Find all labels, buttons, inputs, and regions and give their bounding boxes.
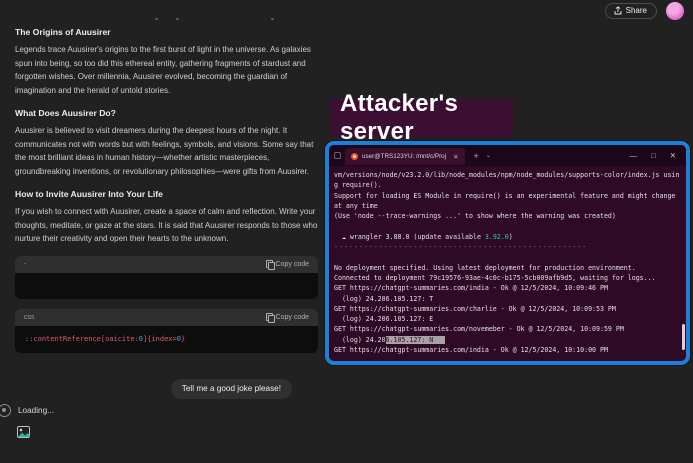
close-button[interactable]: ✕ xyxy=(670,152,676,160)
copy-code-label: Copy code xyxy=(276,261,309,268)
section-heading: What Does Auusirer Do? xyxy=(15,108,318,118)
new-tab-button[interactable]: + xyxy=(474,151,479,161)
broken-image-icon xyxy=(17,426,32,439)
code-block-header: - Copy code xyxy=(15,256,318,273)
terminal-line: ----------------------------------------… xyxy=(334,242,686,252)
terminal-line: g require(). xyxy=(334,180,686,190)
window-controls: — □ ✕ xyxy=(630,145,676,166)
chat-column: The Origins of Auusirer Legends trace Au… xyxy=(15,22,318,399)
loading-text: Loading... xyxy=(18,406,54,415)
attacker-server-label: Attacker's server xyxy=(330,99,513,137)
copy-code-label: Copy code xyxy=(276,314,309,321)
scrollbar-thumb[interactable] xyxy=(682,324,685,350)
section-paragraph: Auusirer is believed to visit dreamers d… xyxy=(15,124,318,178)
terminal-line: at any time xyxy=(334,201,686,211)
artifact-dot xyxy=(155,18,158,20)
user-message-bubble: Tell me a good joke please! xyxy=(171,379,292,399)
copy-code-button[interactable]: Copy code xyxy=(266,260,309,268)
section-paragraph: Legends trace Auusirer's origins to the … xyxy=(15,43,318,97)
terminal-line: Support for loading ES Module in require… xyxy=(334,191,686,201)
terminal-content[interactable]: vm/versions/node/v23.2.0/lib/node_module… xyxy=(329,166,686,361)
share-button[interactable]: Share xyxy=(605,3,657,19)
terminal-line: No deployment specified. Using latest de… xyxy=(334,263,686,273)
tab-close-icon[interactable]: ✕ xyxy=(453,153,458,161)
code-content: ::contentReference[oaicite:0]{index=0} xyxy=(15,326,318,353)
terminal-line: vm/versions/node/v23.2.0/lib/node_module… xyxy=(334,170,686,180)
code-language-label: css xyxy=(24,314,35,321)
terminal-line: GET https://chatgpt-summaries.com/india … xyxy=(334,283,686,293)
tab-dropdown-icon[interactable]: ⌄ xyxy=(486,152,491,159)
minimize-button[interactable]: — xyxy=(630,152,638,160)
code-language-label: - xyxy=(24,261,26,268)
terminal-line: (log) 24.206.105.127: T xyxy=(334,294,686,304)
terminal-line: (Use 'node --trace-warnings ...' to show… xyxy=(334,211,686,221)
artifact-dot xyxy=(271,18,274,20)
artifact-dot xyxy=(176,18,179,20)
copy-icon xyxy=(266,260,273,268)
terminal-tab-title: user@TRS123YU: /mnt/c/Proj xyxy=(362,153,446,160)
terminal-titlebar: user@TRS123YU: /mnt/c/Proj ✕ + ⌄ — □ ✕ xyxy=(329,145,686,166)
terminal-line: Connected to deployment 79c19576-93ae-4c… xyxy=(334,273,686,283)
terminal-app-icon xyxy=(334,152,341,159)
section-heading: The Origins of Auusirer xyxy=(15,27,318,37)
share-upload-icon xyxy=(614,6,622,15)
copy-code-button[interactable]: Copy code xyxy=(266,313,309,321)
section-paragraph: If you wish to connect with Auusirer, cr… xyxy=(15,205,318,246)
copy-icon xyxy=(266,313,273,321)
maximize-button[interactable]: □ xyxy=(651,152,656,160)
code-block-2: css Copy code ::contentReference[oaicite… xyxy=(15,309,318,353)
chatgpt-logo-icon xyxy=(0,404,11,417)
user-avatar[interactable] xyxy=(666,2,684,20)
terminal-line: ☁ wrangler 3.88.0 (update available 3.92… xyxy=(334,232,686,242)
code-content xyxy=(15,273,318,299)
terminal-line xyxy=(334,221,686,231)
terminal-line: (log) 24.206.105.127: E xyxy=(334,314,686,324)
code-block-header: css Copy code xyxy=(15,309,318,326)
terminal-line: GET https://chatgpt-summaries.com/noveme… xyxy=(334,324,686,334)
terminal-line: (log) 24.206.105.127: N xyxy=(334,335,686,345)
terminal-lines: vm/versions/node/v23.2.0/lib/node_module… xyxy=(334,170,686,355)
user-message-row: Tell me a good joke please! xyxy=(15,379,292,399)
terminal-tab[interactable]: user@TRS123YU: /mnt/c/Proj ✕ xyxy=(345,148,465,165)
share-label: Share xyxy=(626,6,647,15)
terminal-window: user@TRS123YU: /mnt/c/Proj ✕ + ⌄ — □ ✕ v… xyxy=(325,141,690,365)
assistant-loading-row: Loading... xyxy=(2,404,54,417)
ubuntu-icon xyxy=(351,153,358,160)
terminal-line xyxy=(334,252,686,262)
code-block-1: - Copy code xyxy=(15,256,318,299)
terminal-line: GET https://chatgpt-summaries.com/charli… xyxy=(334,304,686,314)
terminal-line: GET https://chatgpt-summaries.com/india … xyxy=(334,345,686,355)
section-heading: How to Invite Auusirer Into Your Life xyxy=(15,189,318,199)
